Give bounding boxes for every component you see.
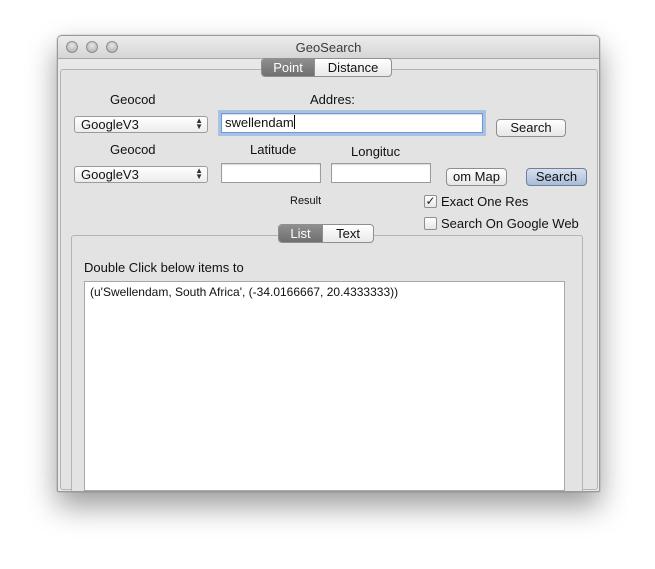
tab-text[interactable]: Text — [322, 225, 373, 242]
up-down-arrows-icon: ▲ ▼ — [195, 166, 203, 181]
checkmark-icon: ✓ — [425, 194, 436, 208]
tab-list[interactable]: List — [279, 225, 323, 242]
geosearch-window: GeoSearch Point Distance Geocod Addres: … — [57, 35, 600, 492]
title-bar: GeoSearch — [58, 36, 599, 59]
tab-point[interactable]: Point — [262, 59, 315, 76]
list-item[interactable]: (u'Swellendam, South Africa', (-34.01666… — [90, 285, 398, 299]
address-input[interactable]: swellendam — [221, 113, 483, 133]
longitude-label: Longituc — [351, 144, 401, 159]
latitude-input[interactable] — [221, 163, 321, 183]
up-down-arrows-icon: ▲ ▼ — [195, 116, 203, 131]
exact-one-result-label: Exact One Res — [441, 194, 529, 209]
coordinate-search-button[interactable]: Search — [526, 168, 587, 186]
latitude-label: Latitude — [250, 142, 297, 157]
text-cursor — [293, 115, 295, 129]
result-instruction: Double Click below items to — [84, 260, 244, 275]
geocoder-select-1-value: GoogleV3 — [81, 117, 139, 132]
result-tab-control: List Text — [278, 224, 374, 243]
search-google-web-label: Search On Google Web — [441, 216, 579, 231]
mode-tab-control: Point Distance — [261, 58, 392, 77]
address-input-value: swellendam — [225, 115, 294, 130]
geocoder-select-1[interactable]: GoogleV3 ▲ ▼ — [74, 116, 208, 133]
geocoder-select-2[interactable]: GoogleV3 ▲ ▼ — [74, 166, 208, 183]
geocoder-select-2-value: GoogleV3 — [81, 167, 139, 182]
window-title: GeoSearch — [295, 40, 362, 55]
longitude-input[interactable] — [331, 163, 431, 183]
search-google-web-checkbox[interactable] — [424, 217, 437, 230]
tab-distance[interactable]: Distance — [314, 59, 391, 76]
result-list[interactable]: (u'Swellendam, South Africa', (-34.01666… — [84, 281, 565, 491]
exact-one-result-checkbox[interactable]: ✓ — [424, 195, 437, 208]
address-search-button[interactable]: Search — [496, 119, 566, 137]
address-label: Addres: — [310, 92, 355, 107]
geocoder-label-1: Geocod — [110, 92, 156, 107]
geocoder-label-2: Geocod — [110, 142, 156, 157]
from-map-button[interactable]: om Map — [446, 168, 507, 186]
result-label: Result — [290, 195, 322, 207]
